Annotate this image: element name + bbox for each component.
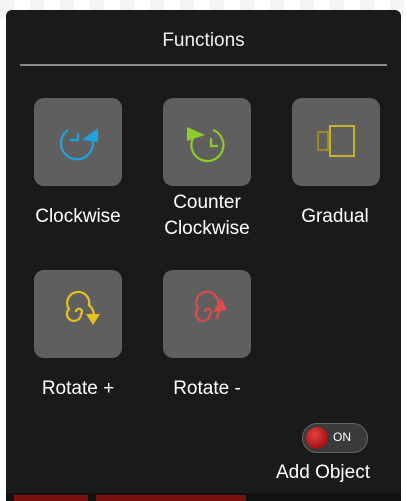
toggle-knob: [306, 427, 328, 449]
add-object-label: Add Object: [276, 462, 370, 483]
bottom-strip-segment: [96, 495, 246, 501]
toggle-state-text: ON: [333, 430, 351, 444]
spiral-rotate-plus-icon: [48, 282, 108, 347]
clockwise-button[interactable]: [34, 98, 122, 186]
counter-clockwise-icon: [177, 110, 237, 175]
rotate-minus-label: Rotate -: [173, 378, 241, 399]
bottom-strip: [6, 493, 401, 501]
clockwise-icon: [48, 110, 108, 175]
add-object-toggle[interactable]: ON: [302, 423, 368, 453]
clockwise-label: Clockwise: [35, 206, 121, 227]
gradual-button[interactable]: [292, 98, 380, 186]
counter-clockwise-label: Counter Clockwise: [164, 192, 250, 239]
bottom-strip-segment: [14, 495, 88, 501]
spiral-rotate-minus-icon: [177, 282, 237, 347]
title-divider: [20, 64, 387, 66]
rotate-minus-button[interactable]: [163, 270, 251, 358]
counter-clockwise-button[interactable]: [163, 98, 251, 186]
panel-title: Functions: [162, 30, 245, 51]
rotate-plus-label: Rotate +: [41, 378, 115, 399]
gradual-icon: [306, 110, 366, 175]
gradual-label: Gradual: [301, 206, 369, 227]
functions-panel: Functions Clockwise Counter Clockwise Gr…: [6, 10, 401, 501]
rotate-plus-button[interactable]: [34, 270, 122, 358]
